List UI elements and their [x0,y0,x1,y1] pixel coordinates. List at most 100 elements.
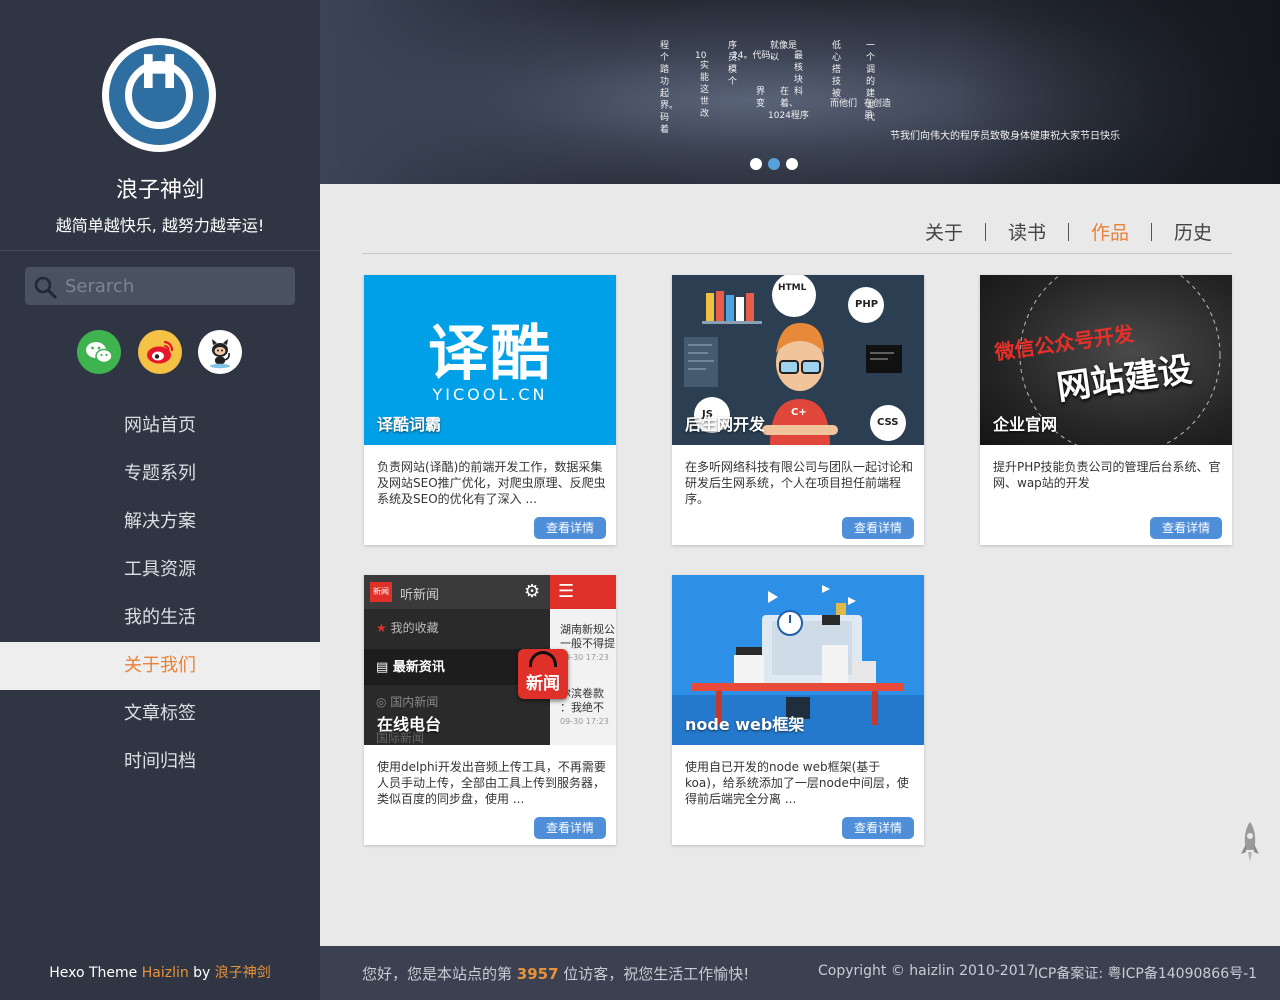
card-thumbnail[interactable]: 译酷 YICOOL.CN 译酷词霸 [364,275,616,445]
view-details-button[interactable]: 查看详情 [534,817,606,839]
banner-poem: 程个踏功起界。码着 10 实能这世改 序员、模个 24。代码。 界变 就像是以 … [660,40,900,135]
work-card[interactable]: 译酷 YICOOL.CN 译酷词霸 负责网站(译酷)的前端开发工作，数据采集及网… [364,275,616,545]
app-title: 听新闻 [400,588,440,603]
poem-col: 在创造员 [864,99,892,121]
php-badge: PHP [855,299,879,310]
card-description: 负责网站(译酷)的前端开发工作，数据采集及网站SEO推广优化，对爬虫原理、反爬虫… [377,460,606,506]
nav-item-topics[interactable]: 专题系列 [0,450,320,498]
carousel-dot[interactable] [786,158,798,170]
work-card[interactable]: 新闻 听新闻 ⚙ ☰ ★ 我的收藏 ▤ 最新资讯 ◎ 国内新闻 国际新闻 湖南新… [364,575,616,845]
search-box[interactable] [25,267,295,305]
tab-divider [1067,223,1069,241]
tab-reading[interactable]: 读书 [1008,218,1046,245]
news-badge-text: 新闻 [526,674,560,694]
app-menu-label: 国内新闻 [390,695,439,709]
news-badge-icon: 新闻 [518,649,568,699]
site-slogan: 越简单越快乐, 越努力越幸运! [55,216,265,235]
nav-item-home[interactable]: 网站首页 [0,402,320,450]
card-thumbnail[interactable]: HTML PHP CSS JS C+ 后生网开发 [672,275,924,445]
app-menu-item: ▤ 最新资讯 [376,660,445,675]
visits-prefix: 您好，您是本站点的第 [362,965,517,983]
poem-col: 在着、 [780,87,799,109]
app-news-line: 一般不得提 [560,637,615,650]
banner-shade-left [320,0,620,184]
icp-license-link[interactable]: ICP备案证: 粤ICP备14090866号-1 [1034,963,1257,983]
banner-shade-right [960,0,1280,184]
site-name[interactable]: 浪子神剑 [0,172,320,204]
theme-credit: Hexo Theme Haizlin by 浪子神剑 [0,962,320,982]
nav-item-tags[interactable]: 文章标签 [0,690,320,738]
carousel-dots [750,158,804,170]
view-details-button[interactable]: 查看详情 [534,517,606,539]
theme-credit-by: by [188,965,215,981]
search-icon [34,276,57,299]
html-badge: HTML [778,283,807,293]
search-input[interactable] [65,273,285,299]
author-link[interactable]: 浪子神剑 [215,965,271,981]
tab-history[interactable]: 历史 [1174,218,1212,245]
sidebar-divider [0,250,320,251]
card-title: node web框架 [685,715,805,734]
content-tabs: 关于 读书 作品 历史 [362,216,1232,254]
avatar-logo: H [109,45,209,145]
poem-col: 实能这世改 [700,61,710,119]
carousel-dot[interactable] [750,158,762,170]
work-card[interactable]: HTML PHP CSS JS C+ 后生网开发 在多听网络科技有限公司与团队一… [672,275,924,545]
app-brand-icon: 新闻 [370,582,392,602]
card-description: 在多听网络科技有限公司与团队一起讨论和研发后生网系统，个人在项目担任前端程序。 [685,460,914,506]
poem-col: 序员、模个 [728,41,747,87]
card-title: 企业官网 [993,415,1058,434]
work-card[interactable]: 微信公众号开发 网站建设 企业官网 提升PHP技能负责公司的管理后台系统、官网、… [980,275,1232,545]
view-details-button[interactable]: 查看详情 [842,817,914,839]
copyright: Copyright © haizlin 2010-2017 [818,963,1036,979]
menu-icon: ☰ [558,581,575,602]
cpp-badge: C+ [791,407,807,418]
wechat-icon[interactable] [77,330,121,374]
poem-col: 1024程序 [768,111,809,121]
back-to-top-rocket-icon[interactable] [1238,820,1262,868]
theme-link[interactable]: Haizlin [142,965,189,981]
app-menu-item: ★ 我的收藏 [376,621,439,635]
banner-carousel[interactable]: 程个踏功起界。码着 10 实能这世改 序员、模个 24。代码。 界变 就像是以 … [320,0,1280,184]
tab-works[interactable]: 作品 [1091,218,1129,245]
card-description: 提升PHP技能负责公司的管理后台系统、官网、wap站的开发 [993,460,1221,490]
app-menu-item: ◎ 国内新闻 [376,695,439,709]
nav-item-tools[interactable]: 工具资源 [0,546,320,594]
card-thumbnail[interactable]: 新闻 听新闻 ⚙ ☰ ★ 我的收藏 ▤ 最新资讯 ◎ 国内新闻 国际新闻 湖南新… [364,575,616,745]
github-icon[interactable] [198,330,242,374]
sidebar: H 浪子神剑 越简单越快乐, 越努力越幸运! Serarch 网站首页 专题系列… [0,0,320,1000]
view-details-button[interactable]: 查看详情 [1150,517,1222,539]
theme-credit-prefix: Hexo Theme [49,965,142,981]
card-thumbnail[interactable]: 微信公众号开发 网站建设 企业官网 [980,275,1232,445]
page-footer: 您好，您是本站点的第 3957 位访客，祝您生活工作愉快! Copyright … [320,946,1280,1000]
nav-item-life[interactable]: 我的生活 [0,594,320,642]
nav-item-about[interactable]: 关于我们 [0,642,320,690]
card-title: 译酷词霸 [377,415,442,434]
tab-divider [984,223,986,241]
tab-divider [1150,223,1152,241]
carousel-dot-active[interactable] [768,158,780,170]
gear-icon: ⚙ [524,581,541,602]
app-news-line: ：我绝不 [560,701,604,714]
yicool-domain: YICOOL.CN [432,385,548,404]
avatar[interactable]: H [102,38,216,152]
banner-caption-text: 节我们向伟大的程序员致敬身体健康祝大家节日快乐 [890,131,1120,142]
yicool-logo: 译酷 [428,319,552,389]
main-nav: 网站首页 专题系列 解决方案 工具资源 我的生活 关于我们 文章标签 时间归档 [0,402,320,786]
poem-col: 界变 [756,87,766,109]
tab-about[interactable]: 关于 [925,218,963,245]
view-details-button[interactable]: 查看详情 [842,517,914,539]
weibo-icon[interactable] [138,330,182,374]
nav-item-solutions[interactable]: 解决方案 [0,498,320,546]
visitor-greeting: 您好，您是本站点的第 3957 位访客，祝您生活工作愉快! [362,963,749,984]
poem-col: 程个踏功起界。码着 [660,41,679,135]
visits-suffix: 位访客，祝您生活工作愉快! [558,965,750,983]
nav-item-archive[interactable]: 时间归档 [0,738,320,786]
app-news-time: 09-30 17:23 [560,717,609,726]
banner-caption: 节我们向伟大的程序员致敬身体健康祝大家节日快乐 [320,127,1230,142]
card-thumbnail[interactable]: node web框架 [672,575,924,745]
work-card[interactable]: node web框架 使用自已开发的node web框架(基于koa)，给系统添… [672,575,924,845]
card-title: 在线电台 [377,715,442,734]
poem-col: 最核块科 [794,51,804,97]
app-menu-label: 我的收藏 [390,621,439,635]
